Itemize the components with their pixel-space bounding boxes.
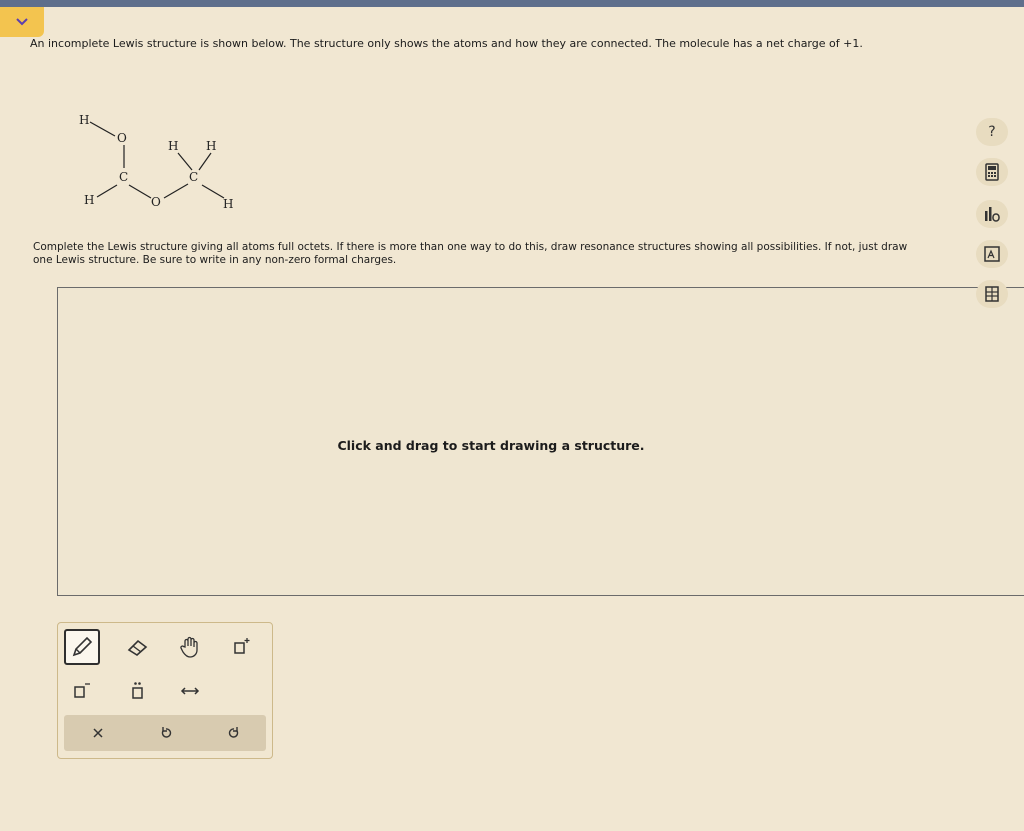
positive-charge-tool[interactable]: [224, 629, 260, 665]
reference-button[interactable]: [976, 280, 1008, 308]
instructions-text: Complete the Lewis structure giving all …: [33, 241, 908, 266]
undo-icon: [161, 727, 172, 738]
clear-icon: [93, 728, 103, 738]
arrow-tool[interactable]: [172, 673, 208, 709]
bond-h-c-left: [96, 184, 118, 198]
help-button[interactable]: ?: [976, 118, 1008, 146]
drawing-canvas[interactable]: Click and drag to start drawing a struct…: [57, 287, 1024, 596]
periodic-table-button[interactable]: [976, 240, 1008, 268]
chevron-down-icon: [16, 18, 28, 26]
clear-button[interactable]: [68, 715, 128, 751]
lone-pair-icon: [132, 682, 143, 699]
periodic-table-icon: [984, 246, 1000, 262]
bar-chart-icon: [985, 207, 1000, 222]
bond-c-h-up1: [177, 152, 193, 171]
bond-c-h-up2: [198, 152, 212, 171]
atom-c-left: C: [119, 170, 128, 184]
arrow-icon: [180, 687, 200, 695]
hand-icon: [180, 636, 198, 658]
question-text: An incomplete Lewis structure is shown b…: [30, 37, 863, 50]
bond-c-o-mid: [128, 184, 152, 199]
atom-h-top: H: [79, 113, 89, 127]
negative-charge-tool[interactable]: [64, 673, 100, 709]
incomplete-lewis-structure: H O C H O C H H H: [79, 113, 233, 211]
atom-h-up1: H: [168, 139, 178, 153]
lone-pair-tool[interactable]: [120, 673, 156, 709]
bond-c-h-right: [201, 184, 225, 199]
redo-icon: [228, 727, 239, 738]
calculator-button[interactable]: [976, 158, 1008, 186]
atom-h-up2: H: [206, 139, 216, 153]
eraser-icon: [127, 639, 148, 656]
positive-charge-icon: [234, 638, 250, 654]
collapse-tab[interactable]: [0, 7, 44, 37]
bond-o-mid-c: [163, 183, 189, 199]
atom-o-top: O: [117, 131, 127, 145]
atom-h-left: H: [84, 193, 94, 207]
eraser-tool[interactable]: [120, 629, 156, 665]
action-bar: [64, 715, 266, 751]
help-icon: ?: [988, 124, 996, 140]
redo-button[interactable]: [204, 715, 264, 751]
hand-tool[interactable]: [172, 629, 208, 665]
atom-o-mid: O: [151, 195, 161, 209]
drawing-toolbox: [57, 622, 273, 759]
bond-h-o: [89, 121, 116, 137]
negative-charge-icon: [74, 683, 90, 698]
reference-icon: [985, 286, 999, 302]
pencil-tool[interactable]: [64, 629, 100, 665]
atom-h-right: H: [223, 197, 233, 211]
top-stripe: [0, 0, 1024, 7]
data-button[interactable]: [976, 200, 1008, 228]
canvas-hint: Click and drag to start drawing a struct…: [337, 438, 645, 453]
calculator-icon: [985, 163, 999, 181]
pencil-icon: [72, 636, 93, 657]
atom-c-right: C: [189, 170, 198, 184]
undo-button[interactable]: [136, 715, 196, 751]
